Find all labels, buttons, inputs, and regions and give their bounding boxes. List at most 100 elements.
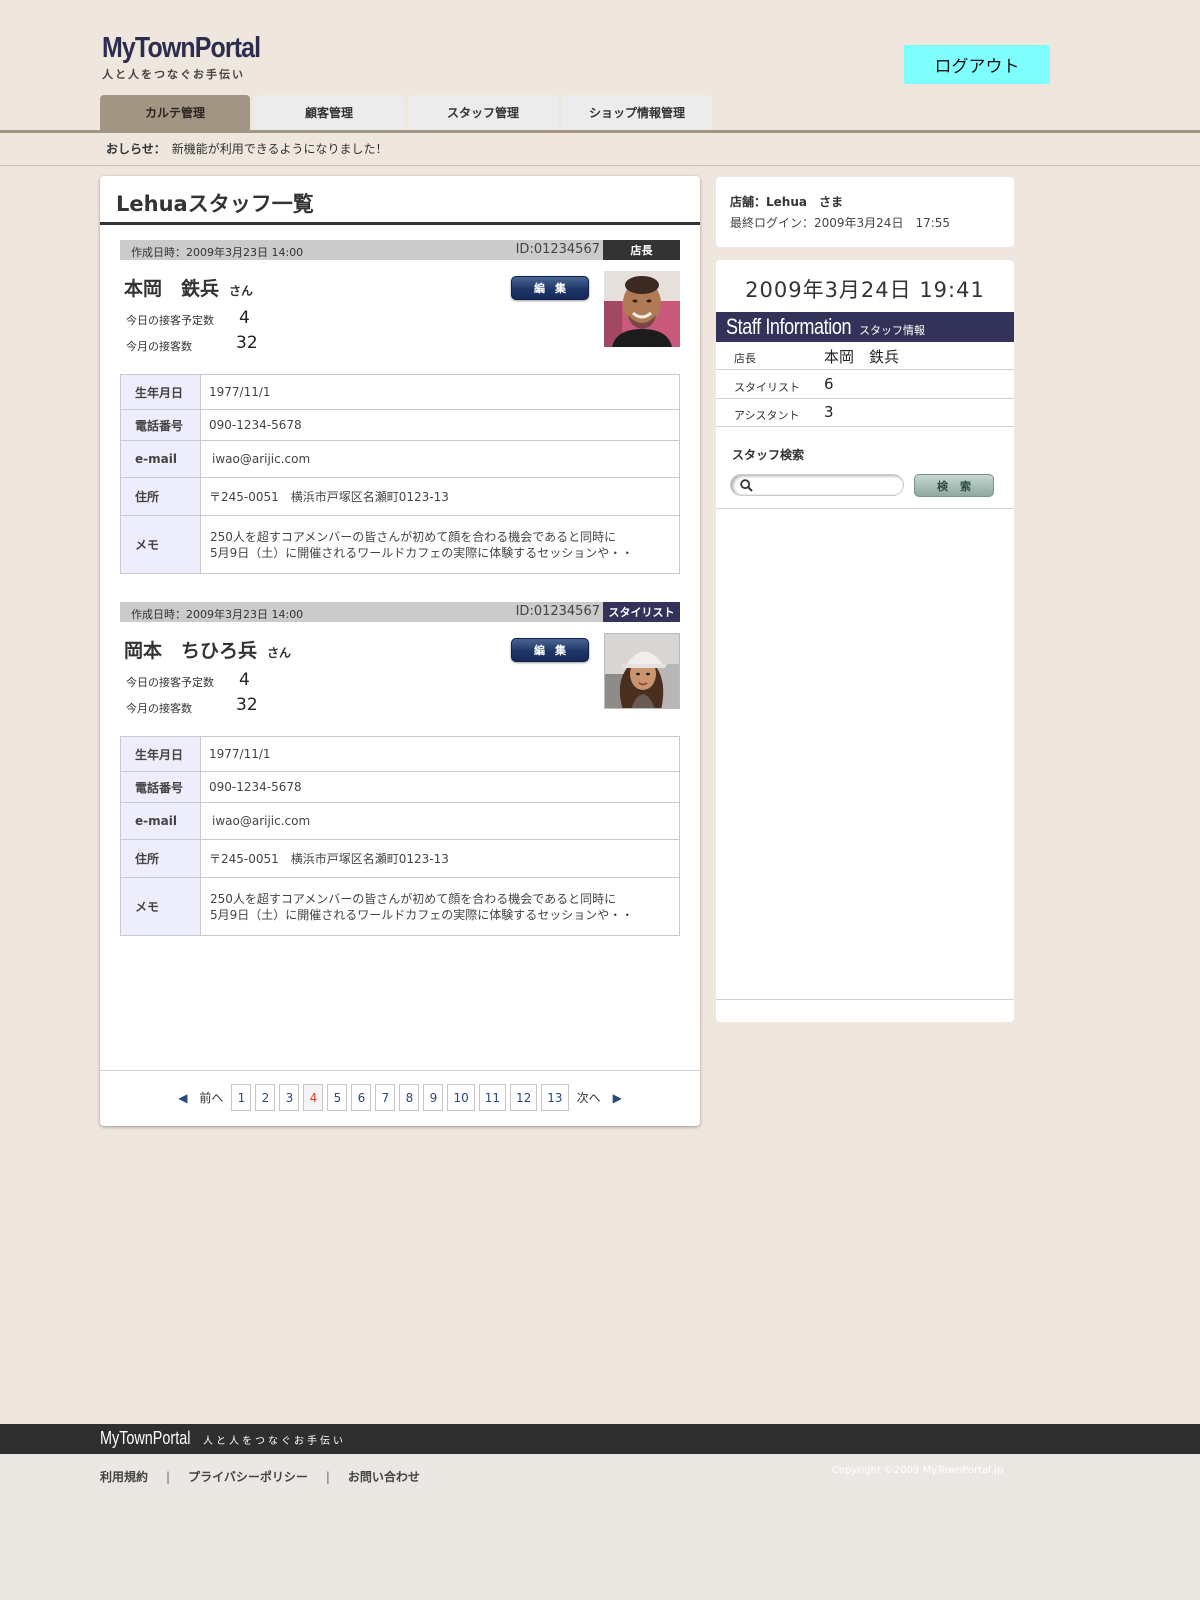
memo-line: 250人を超すコアメンバーの皆さんが初めて顔を合わる機会であると同時に (210, 891, 617, 906)
birthday-value: 1977/11/1 (200, 374, 680, 410)
next-arrow-icon[interactable]: ▶ (613, 1091, 622, 1105)
detail-row-birthday: 生年月日 1977/11/1 (120, 374, 680, 410)
edit-button[interactable]: 編集 (511, 276, 589, 300)
tab-staff[interactable]: スタッフ管理 (408, 95, 558, 130)
birthday-label: 生年月日 (120, 374, 201, 410)
page-link[interactable]: 3 (279, 1084, 300, 1111)
today-appointments-label: 今日の接客予定数 (126, 314, 214, 327)
birthday-label: 生年月日 (120, 736, 201, 772)
page-link[interactable]: 5 (327, 1084, 348, 1111)
main-nav-tabs: カルテ管理 顧客管理 スタッフ管理 ショップ情報管理 (100, 95, 716, 130)
staff-id: ID:01234567 (515, 604, 600, 619)
staff-name: 岡本 ちひろ兵 さん (124, 636, 291, 663)
page-link-current[interactable]: 4 (303, 1084, 324, 1111)
side-divider (716, 999, 1014, 1000)
month-customers-value: 32 (236, 333, 258, 353)
footer-tagline: 人と人をつなぐお手伝い (203, 1436, 346, 1447)
address-label: 住所 (120, 839, 201, 878)
title-divider (100, 222, 700, 225)
staff-name-text: 本岡 鉄兵 (124, 278, 220, 300)
phone-value: 090-1234-5678 (200, 771, 680, 803)
staff-info-row: アシスタント 3 (716, 399, 1014, 427)
logout-button[interactable]: ログアウト (904, 45, 1050, 84)
honorific: さん (267, 646, 292, 660)
notice-bar: おしらせ： 新機能が利用できるようになりました！ (106, 140, 388, 157)
tab-karte[interactable]: カルテ管理 (100, 95, 250, 130)
next-link[interactable]: 次へ (577, 1089, 601, 1106)
month-customers-label: 今月の接客数 (126, 340, 192, 353)
prev-arrow-icon[interactable]: ◀ (178, 1091, 187, 1105)
prev-link[interactable]: 前へ (199, 1089, 223, 1106)
page-link[interactable]: 1 (231, 1084, 252, 1111)
staff-info-row: 店長 本岡 鉄兵 (716, 342, 1014, 370)
page-link[interactable]: 7 (375, 1084, 396, 1111)
edit-button[interactable]: 編集 (511, 638, 589, 662)
page-link[interactable]: 9 (423, 1084, 444, 1111)
notice-text: 新機能が利用できるようになりました！ (171, 142, 388, 156)
page-link[interactable]: 12 (510, 1084, 538, 1111)
pagination: ◀ 前へ 1 2 3 4 5 6 7 8 9 10 11 12 13 次へ ▶ (100, 1084, 700, 1111)
staff-photo[interactable] (604, 271, 680, 347)
staff-info-value: 本岡 鉄兵 (824, 348, 900, 366)
search-button[interactable]: 検索 (914, 474, 994, 497)
tab-shop-info[interactable]: ショップ情報管理 (562, 95, 712, 130)
created-date: 作成日時：2009年3月23日 14:00 (131, 608, 304, 621)
email-value: iwao@arijic.com (200, 802, 680, 840)
staff-list-panel: Lehuaスタッフ一覧 作成日時：2009年3月23日 14:00 ID:012… (100, 176, 700, 1126)
footer-links: 利用規約 | プライバシーポリシー | お問い合わせ (100, 1468, 420, 1485)
staff-info-subtitle: スタッフ情報 (859, 324, 925, 337)
notice-label: おしらせ： (106, 142, 166, 156)
page-link[interactable]: 8 (399, 1084, 420, 1111)
address-value: 〒245-0051 横浜市戸塚区名瀬町0123-13 (200, 839, 680, 878)
current-datetime: 2009年3月24日 19:41 (745, 278, 985, 302)
staff-photo[interactable] (604, 633, 680, 709)
nav-divider (0, 130, 1200, 133)
detail-row-memo: メモ 250人を超すコアメンバーの皆さんが初めて顔を合わる機会であると同時に 5… (120, 877, 680, 936)
tab-customers[interactable]: 顧客管理 (254, 95, 404, 130)
footer-link-terms[interactable]: 利用規約 (100, 1468, 148, 1485)
detail-row-email: e-mail iwao@arijic.com (120, 440, 680, 478)
footer: 利用規約 | プライバシーポリシー | お問い合わせ Copyright ©20… (0, 1454, 1200, 1600)
site-logo[interactable]: MyTownPortal 人と人をつなぐお手伝い (102, 32, 286, 82)
detail-row-email: e-mail iwao@arijic.com (120, 802, 680, 840)
footer-logo[interactable]: MyTownPortal (100, 1428, 190, 1449)
memo-label: メモ (120, 515, 201, 574)
detail-row-address: 住所 〒245-0051 横浜市戸塚区名瀬町0123-13 (120, 839, 680, 878)
memo-label: メモ (120, 877, 201, 936)
footer-bar: MyTownPortal 人と人をつなぐお手伝い (0, 1424, 1200, 1454)
page-link[interactable]: 13 (541, 1084, 569, 1111)
email-label: e-mail (120, 440, 201, 478)
staff-info-label: スタイリスト (734, 381, 800, 394)
pager-divider (100, 1070, 700, 1071)
footer-link-privacy[interactable]: プライバシーポリシー (188, 1468, 308, 1485)
staff-name: 本岡 鉄兵 さん (124, 274, 253, 301)
detail-row-phone: 電話番号 090-1234-5678 (120, 771, 680, 803)
month-customers-label: 今月の接客数 (126, 702, 192, 715)
staff-details-table: 生年月日 1977/11/1 電話番号 090-1234-5678 e-mail… (120, 374, 680, 574)
logo-subtitle: 人と人をつなぐお手伝い (102, 68, 245, 81)
detail-row-memo: メモ 250人を超すコアメンバーの皆さんが初めて顔を合わる機会であると同時に 5… (120, 515, 680, 574)
footer-link-contact[interactable]: お問い合わせ (348, 1468, 420, 1485)
last-login: 最終ログイン：2009年3月24日 17:55 (730, 216, 951, 230)
page-link[interactable]: 11 (478, 1084, 506, 1111)
memo-line: 5月9日（土）に開催されるワールドカフェの実際に体験するセッションや・・ (210, 907, 634, 922)
phone-value: 090-1234-5678 (200, 409, 680, 441)
today-appointments-value: 4 (239, 670, 250, 690)
page-link[interactable]: 2 (255, 1084, 276, 1111)
staff-name-text: 岡本 ちひろ兵 (124, 640, 258, 662)
staff-info-label: アシスタント (734, 409, 800, 422)
page-link[interactable]: 6 (351, 1084, 372, 1111)
footer-separator: | (325, 1469, 330, 1484)
staff-search-input[interactable] (759, 477, 899, 493)
staff-search-field[interactable] (730, 474, 904, 496)
memo-value: 250人を超すコアメンバーの皆さんが初めて顔を合わる機会であると同時に 5月9日… (200, 515, 680, 574)
staff-info-label: 店長 (734, 352, 756, 365)
logo-title: MyTownPortal (102, 32, 261, 64)
staff-photo-male-icon (604, 271, 680, 347)
page-link[interactable]: 10 (447, 1084, 475, 1111)
detail-row-address: 住所 〒245-0051 横浜市戸塚区名瀬町0123-13 (120, 477, 680, 516)
address-label: 住所 (120, 477, 201, 516)
email-value: iwao@arijic.com (200, 440, 680, 478)
created-date: 作成日時：2009年3月23日 14:00 (131, 246, 304, 259)
staff-info-title: Staff Information (726, 314, 852, 339)
